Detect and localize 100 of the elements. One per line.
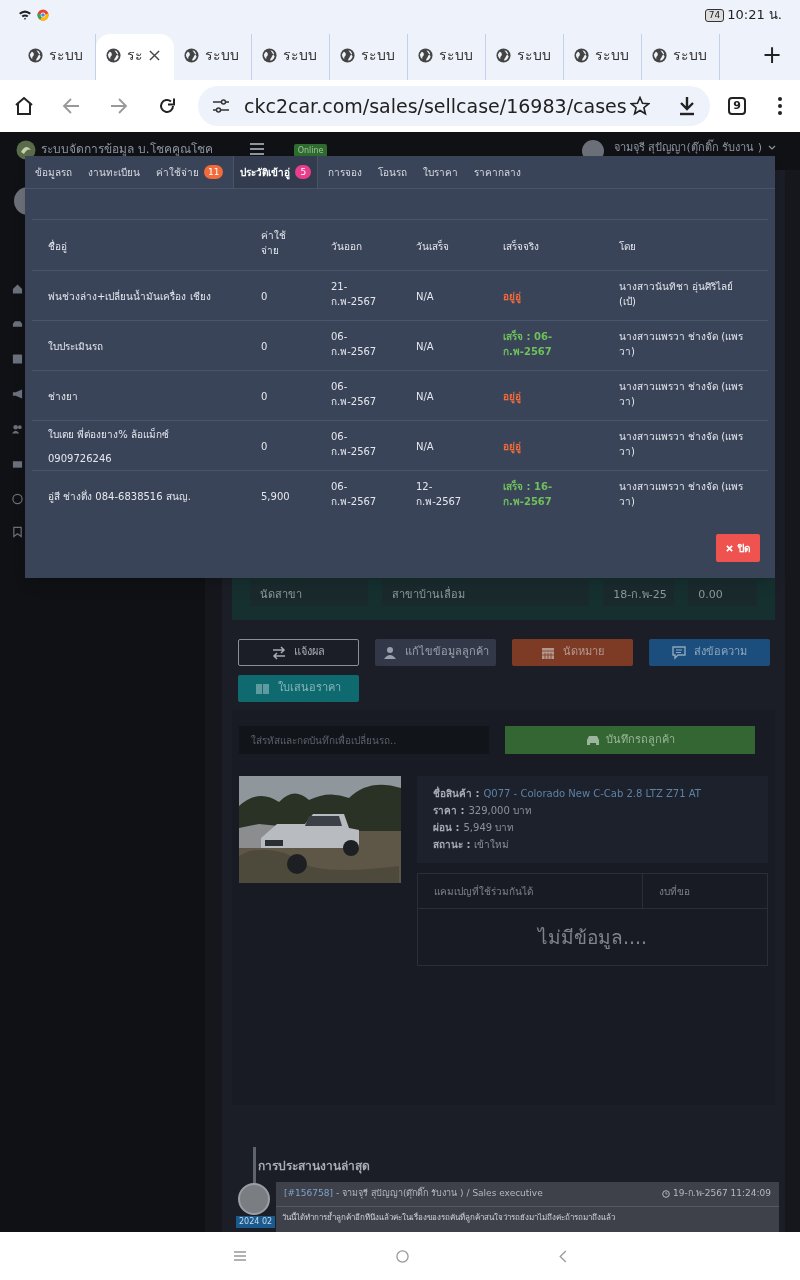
chat-bubble-icon bbox=[672, 645, 686, 660]
status-text: เสร็จ : 06-ก.พ-2567 bbox=[503, 328, 554, 359]
modal-tab[interactable]: การจอง bbox=[322, 156, 369, 188]
table-cell: 0 bbox=[261, 341, 268, 352]
globe-icon bbox=[262, 47, 277, 63]
user-name: จามจุรี สุปัญญา(ตุ๊กติ๊ก รับงาน ) bbox=[613, 140, 762, 156]
bookmark-icon[interactable] bbox=[12, 526, 23, 538]
globe-icon bbox=[340, 47, 355, 63]
modal-tab[interactable]: ราคากลาง bbox=[468, 156, 528, 188]
column-header: แคมเปญที่ใช้ร่วมกันได้ bbox=[434, 883, 533, 899]
table-cell: อู่สี ช่างตึ่ง 084-6838516 สนญ. bbox=[48, 491, 191, 503]
column-header: ค่าใช้จ่าย bbox=[261, 229, 287, 259]
new-tab-button[interactable]: + bbox=[743, 34, 800, 80]
tab-title: ระบบ bbox=[283, 45, 317, 65]
table-cell-text: 12-ก.พ-2567 bbox=[416, 479, 463, 509]
megaphone-icon[interactable] bbox=[12, 388, 23, 400]
field-value: เข้าใหม่ bbox=[474, 838, 510, 852]
home-button-icon[interactable] bbox=[395, 1249, 409, 1263]
product-link[interactable]: Q077 - Colorado New C-Cab 2.8 LTZ Z71 AT bbox=[483, 786, 701, 801]
wifi-icon bbox=[18, 9, 32, 21]
logo-icon bbox=[16, 140, 36, 160]
back-icon[interactable] bbox=[558, 1249, 567, 1263]
modal-tab[interactable]: ค่าใช้จ่าย 11 bbox=[150, 156, 230, 188]
tab-title: ระบบ bbox=[205, 45, 239, 65]
table-cell: พ่นช่วงล่าง+เปลี่ยนน้ำมันเครื่อง เชียง bbox=[48, 291, 211, 302]
table-cell: 0 bbox=[261, 291, 268, 302]
message-link[interactable]: [#156758] bbox=[284, 1187, 333, 1201]
field-label: ราคา : bbox=[433, 804, 465, 818]
field-label: ผ่อน : bbox=[433, 821, 460, 835]
table-cell-text: N/A bbox=[416, 390, 435, 404]
browser-tab[interactable]: ระ bbox=[96, 34, 174, 80]
chevron-down-icon[interactable] bbox=[768, 145, 776, 151]
table-cell: 0 bbox=[261, 391, 268, 402]
recent-apps-icon[interactable] bbox=[233, 1251, 246, 1261]
site-settings-icon[interactable] bbox=[212, 99, 230, 113]
status-text: อยู่อู่ bbox=[503, 290, 522, 304]
tab-title: ระบบ bbox=[517, 45, 551, 65]
tab-title: ระบบ bbox=[595, 45, 629, 65]
table-cell-text: 06-ก.พ-2567 bbox=[331, 379, 378, 409]
clock-time: 10:21 น. bbox=[727, 6, 782, 25]
close-icon bbox=[726, 544, 733, 552]
table-cell-text: นางสาวแพรวา ช่างจัด (แพรวา) bbox=[619, 479, 744, 509]
field-value: 329,000 บาท bbox=[468, 804, 532, 818]
message-author: - จามจุรี สุปัญญา(ตุ๊กติ๊ก รับงาน ) / Sales executive bbox=[335, 1187, 543, 1201]
swap-arrows-icon bbox=[272, 645, 286, 660]
status-text: อยู่อู่ bbox=[503, 390, 522, 404]
tab-count-button[interactable]: 9 bbox=[728, 97, 746, 115]
address-bar[interactable]: ckc2car.com/sales/sellcase/16983/cases bbox=[198, 86, 710, 126]
table-cell-text: 06-ก.พ-2567 bbox=[331, 479, 378, 509]
column-header: ชื่ออู่ bbox=[48, 240, 67, 252]
table-cell-text: 06-ก.พ-2567 bbox=[331, 329, 378, 359]
star-icon[interactable] bbox=[630, 96, 650, 116]
message-time: 19-ก.พ-2567 11:24:09 bbox=[673, 1187, 771, 1201]
table-cell: ช่างยา bbox=[48, 391, 78, 402]
modal-tab[interactable]: ข้อมูลรถ bbox=[29, 156, 78, 188]
browser-icon bbox=[37, 9, 49, 21]
table-cell-text: นางสาวแพรวา ช่างจัด (แพรวา) bbox=[619, 429, 744, 459]
column-header: วันเสร็จ bbox=[416, 240, 449, 252]
modal-tab[interactable]: ประวัติเข้าอู่ 5 bbox=[233, 156, 319, 188]
download-icon[interactable] bbox=[678, 96, 696, 116]
tab-title: ระ bbox=[127, 45, 143, 65]
field-label: สถานะ : bbox=[433, 838, 471, 852]
app-title: ระบบจัดการข้อมูล บ.โชคคูณโชค bbox=[41, 141, 213, 158]
more-menu-icon[interactable] bbox=[778, 97, 782, 115]
close-icon[interactable] bbox=[149, 49, 160, 61]
tab-title: ระบบ bbox=[49, 45, 83, 65]
action-button[interactable]: แก้ไขข้อมูลลูกค้า bbox=[375, 639, 496, 666]
modal-tab[interactable]: ใบราคา bbox=[417, 156, 465, 188]
column-header: วันออก bbox=[331, 240, 362, 252]
table-cell-text: 06-ก.พ-2567 bbox=[331, 429, 378, 459]
table-cell-text: นางสาวแพรวา ช่างจัด (แพรวา) bbox=[619, 329, 744, 359]
column-header: เสร็จจริง bbox=[503, 240, 539, 252]
globe-icon bbox=[106, 47, 121, 63]
reload-icon[interactable] bbox=[158, 97, 176, 115]
date-badge: 2024 02 bbox=[236, 1216, 276, 1228]
home-icon[interactable] bbox=[14, 96, 34, 116]
menu-icon[interactable] bbox=[249, 143, 264, 155]
modal-tab[interactable]: โอนรถ bbox=[372, 156, 414, 188]
message-text: วันนี้ได้ทำการย้ำลูกค้าอีกทีนึงแล้วค่ะในเรื่องของรถคันที่ลูกค้าสนใจว่ารถยังมาไม่ถึงค่ะถ้ารถมาถึงแล้ว bbox=[281, 1211, 616, 1225]
field-label: ชื่อสินค้า : bbox=[433, 786, 480, 801]
cell-text: 0.00 bbox=[698, 586, 723, 603]
table-cell-text: นางสาวนันทิชา อุ่นศิริไลย์ (เป้) bbox=[619, 279, 735, 309]
tab-title: ระบบ bbox=[673, 45, 707, 65]
url-text: ckc2car.com/sales/sellcase/16983/cases bbox=[244, 93, 627, 119]
cell-text: สาขาบ้านเลื่อม bbox=[391, 586, 465, 603]
dollar-icon[interactable] bbox=[12, 493, 23, 505]
tab-title: ระบบ bbox=[439, 45, 473, 65]
action-button[interactable]: แจ้งผล bbox=[238, 639, 359, 666]
car-code-field[interactable]: ใส่รหัสและกดบันทึกเพื่อเปลี่ยนรถ.. bbox=[239, 726, 489, 754]
column-header: งบที่ขอ bbox=[659, 883, 690, 899]
modal-tab[interactable]: งานทะเบียน bbox=[82, 156, 146, 188]
users-icon[interactable] bbox=[12, 423, 23, 435]
empty-message: ไม่มีข้อมูล.... bbox=[537, 924, 648, 951]
tab-title: ระบบ bbox=[361, 45, 395, 65]
cell-text: 18-ก.พ-25 bbox=[613, 586, 667, 603]
action-button[interactable]: ส่งข้อความ bbox=[649, 639, 770, 666]
cell-text: นัดสาขา bbox=[260, 586, 302, 603]
table-cell-text: N/A bbox=[416, 290, 435, 304]
section-title: การประสานงานล่าสุด bbox=[258, 1158, 370, 1175]
count-badge: 11 bbox=[204, 165, 224, 179]
